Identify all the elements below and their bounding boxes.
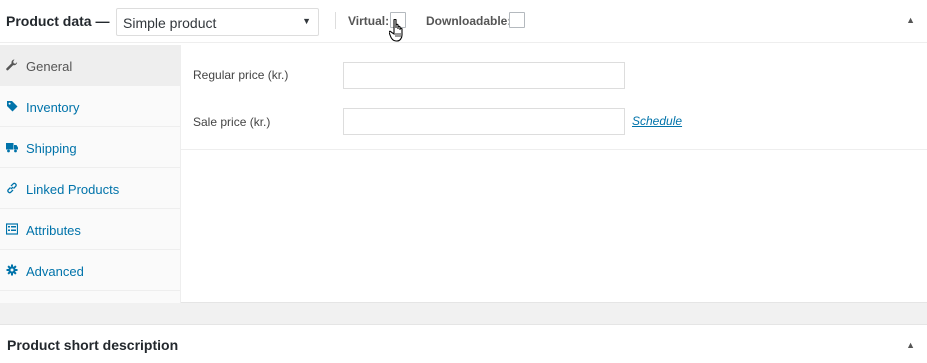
sale-price-input[interactable] — [343, 108, 625, 135]
product-data-panel: Product data — Simple product ▼ Virtual:… — [0, 0, 927, 303]
product-type-value: Simple product — [123, 15, 217, 31]
tab-general-label: General — [26, 59, 73, 74]
product-type-select[interactable]: Simple product ▼ — [116, 8, 319, 36]
triangle-up-icon[interactable]: ▲ — [906, 15, 915, 25]
tab-shipping[interactable]: Shipping — [0, 127, 180, 168]
link-icon — [7, 182, 17, 194]
tab-attributes-label: Attributes — [26, 223, 81, 238]
short-description-panel: Product short description ▲ — [0, 324, 927, 363]
regular-price-input[interactable] — [343, 62, 625, 89]
hand-cursor-icon — [389, 19, 403, 42]
schedule-link[interactable]: Schedule — [632, 114, 682, 128]
tab-linked-products-label: Linked Products — [26, 182, 120, 197]
tag-icon — [7, 101, 18, 112]
wrench-icon — [6, 59, 18, 71]
regular-price-label: Regular price (kr.) — [193, 68, 289, 82]
gear-icon — [6, 264, 18, 276]
product-data-title: Product data — — [6, 13, 110, 29]
chevron-down-icon: ▼ — [302, 16, 311, 26]
virtual-label: Virtual: — [348, 14, 390, 28]
tab-inventory-label: Inventory — [26, 100, 80, 115]
downloadable-label: Downloadable: — [426, 14, 512, 28]
general-tab-content: Regular price (kr.) Sale price (kr.) Sch… — [181, 45, 927, 150]
header-divider — [335, 12, 336, 29]
tab-general[interactable]: General — [0, 45, 180, 86]
tab-advanced[interactable]: Advanced — [0, 250, 180, 291]
short-description-title: Product short description — [7, 337, 179, 353]
tab-linked-products[interactable]: Linked Products — [0, 168, 180, 209]
tab-advanced-label: Advanced — [26, 264, 84, 279]
tab-shipping-label: Shipping — [26, 141, 77, 156]
downloadable-checkbox[interactable] — [509, 12, 525, 28]
tab-attributes[interactable]: Attributes — [0, 209, 180, 250]
truck-icon — [6, 143, 18, 153]
sale-price-label: Sale price (kr.) — [193, 115, 271, 129]
product-data-tabs: General Inventory Shipping Linked Produc… — [0, 45, 181, 303]
triangle-up-icon[interactable]: ▲ — [906, 340, 915, 350]
list-icon — [6, 223, 18, 235]
tab-inventory[interactable]: Inventory — [0, 86, 180, 127]
product-data-header: Product data — Simple product ▼ Virtual:… — [0, 0, 927, 43]
